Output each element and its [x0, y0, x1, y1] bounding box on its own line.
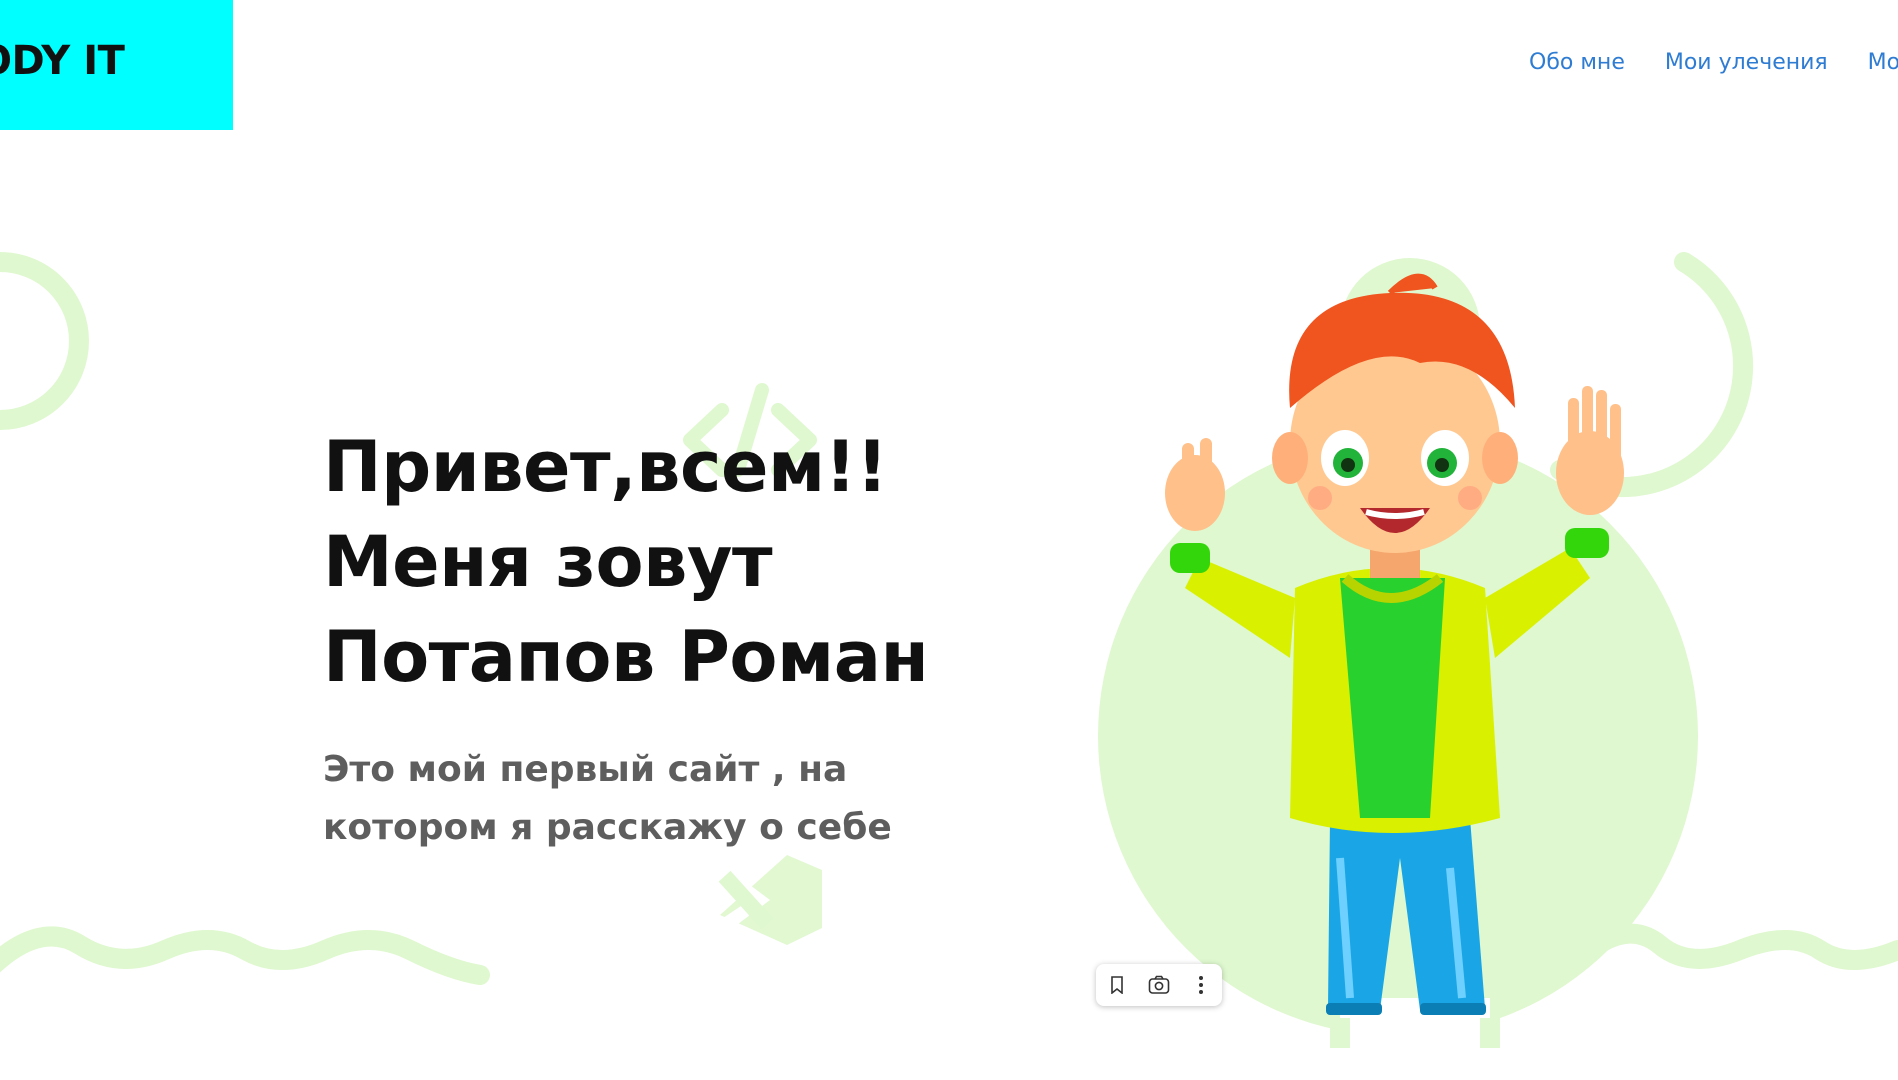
lens-camera-icon[interactable]	[1142, 968, 1176, 1002]
logo[interactable]: ODY IT	[0, 0, 233, 130]
logo-text: ODY IT	[0, 38, 125, 84]
wave-decoration-left	[0, 926, 490, 985]
vscode-logo-decoration	[718, 855, 822, 945]
hero-title-line-1: Привет,всем!!	[323, 426, 888, 508]
hero-title: Привет,всем!! Меня зовут Потапов Роман	[323, 420, 929, 705]
hero-title-line-2: Меня зовут	[323, 521, 773, 603]
main-nav: Обо мне Мои улечения Мои До	[1529, 50, 1898, 75]
more-vertical-icon[interactable]	[1184, 968, 1218, 1002]
image-toolbar	[1096, 964, 1222, 1006]
hero-subtitle: Это мой первый сайт , на котором я расск…	[323, 749, 892, 848]
hero-section: Привет,всем!! Меня зовут Потапов Роман Э…	[323, 420, 929, 857]
left-arc-decoration	[0, 252, 89, 430]
hero-illustration	[1098, 258, 1698, 1048]
nav-link-more[interactable]: Мои До	[1868, 50, 1898, 75]
hero-title-line-3: Потапов Роман	[323, 616, 929, 698]
nav-link-hobbies[interactable]: Мои улечения	[1665, 50, 1828, 75]
bookmark-icon[interactable]	[1100, 968, 1134, 1002]
nav-link-about[interactable]: Обо мне	[1529, 50, 1625, 75]
